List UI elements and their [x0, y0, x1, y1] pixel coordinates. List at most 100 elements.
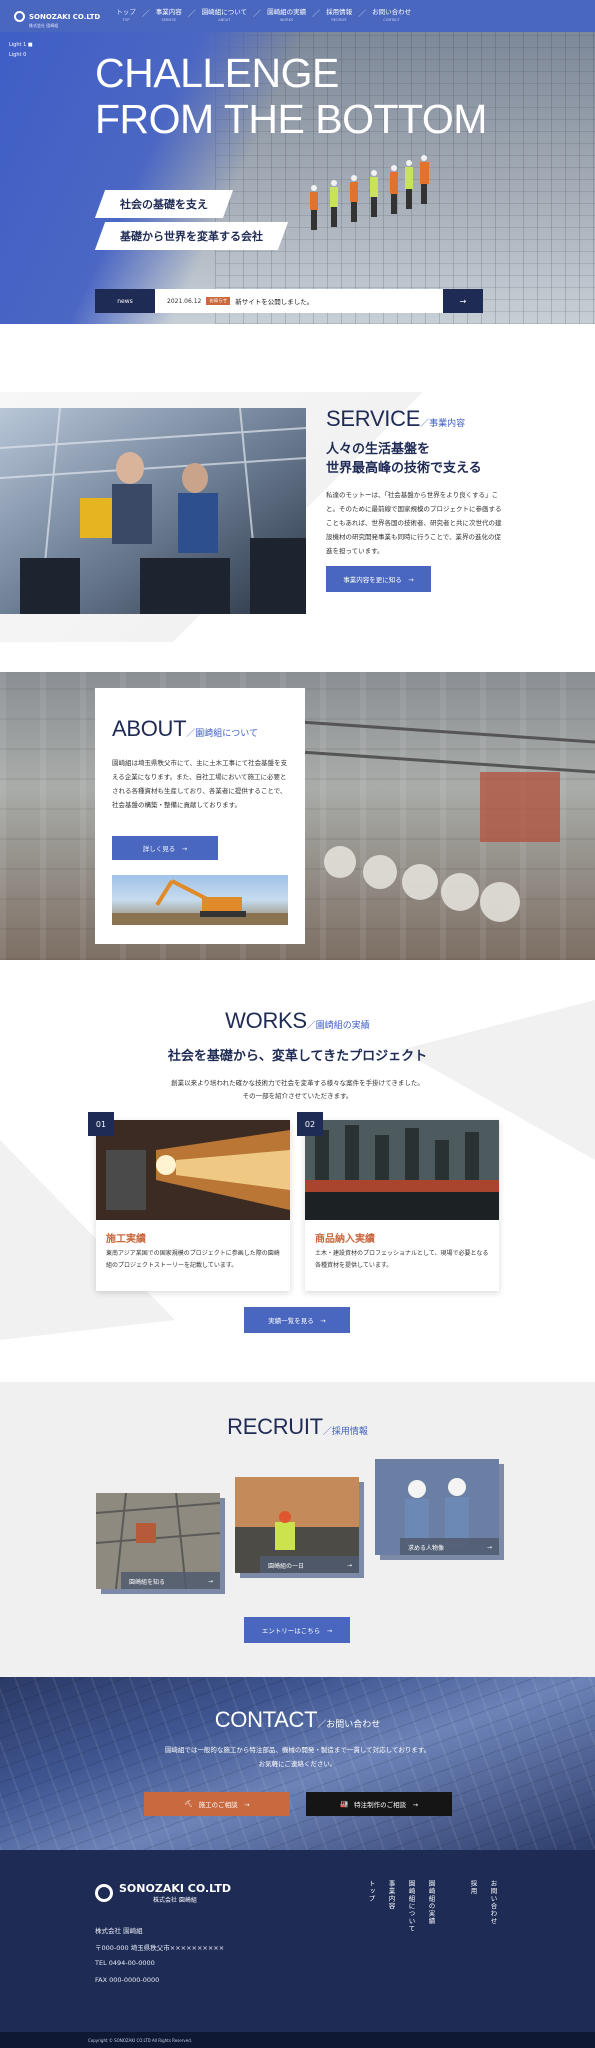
works-heading-text: WORKS: [225, 1008, 307, 1033]
news-label: news: [95, 289, 155, 313]
logo-mark-icon: [14, 10, 25, 22]
button-label: 特注制作のご相談 →: [354, 1801, 419, 1809]
arrow-icon: →: [207, 1577, 213, 1585]
footer-address: 〒000-000 埼玉県秩父市××××××××××: [95, 1944, 225, 1952]
nav-separator: ／: [358, 9, 367, 18]
service-heading-text: SERVICE: [326, 406, 421, 431]
construction-consult-button[interactable]: ⛏ 施工のご相談 →: [144, 1792, 290, 1816]
custom-consult-button[interactable]: 🏭 特注制作のご相談 →: [306, 1792, 452, 1816]
recruit-heading: RECRUIT／採用情報: [0, 1414, 595, 1440]
about-body: 園崎組は埼玉県秩父市にて、主に土木工事にて社会基盤を支える企業になります。また、…: [112, 759, 288, 809]
site-header: SONOZAKI CO.LTD 株式会社 園崎組 トップ TOP ／ 事業内容 SE…: [0, 0, 595, 32]
nav-item-recruit[interactable]: 採用情報 RECRUIT: [320, 8, 358, 24]
factory-icon: 🏭: [339, 1800, 349, 1808]
global-nav: トップ TOP ／ 事業内容 SERVICE ／ 園崎組について ABOUT ／ 園崎…: [110, 8, 417, 24]
footer-link-about[interactable]: 園崎組について: [406, 1880, 416, 1933]
works-subtitle: 社会を基礎から、変革してきたプロジェクト: [167, 1049, 428, 1064]
works-intro-line1: 創業以来より培われた確かな技術力で社会を変革する様々な案件を手掛けてきました。: [171, 1079, 424, 1087]
recruit-tile-person[interactable]: 求める人物像 →: [375, 1459, 499, 1555]
tile-label-text: 園崎組を知る: [129, 1578, 166, 1586]
nav-sub: SERVICE: [161, 18, 177, 22]
slider-indicator-1[interactable]: Light 1 ■: [9, 42, 33, 48]
card-number: 02: [297, 1112, 323, 1136]
nav-item-service[interactable]: 事業内容 SERVICE: [150, 8, 188, 24]
lab-illustration: [0, 408, 306, 614]
nav-item-about[interactable]: 園崎組について ABOUT: [196, 8, 253, 24]
news-badge: お知らせ: [206, 297, 231, 305]
construction-icon: ⛏: [184, 1800, 193, 1808]
nav-sub: ABOUT: [218, 18, 231, 22]
entry-button[interactable]: エントリーはこちら →: [244, 1617, 350, 1643]
nav-sub: RECRUIT: [331, 18, 347, 22]
recruit-heading-text: RECRUIT: [227, 1414, 323, 1439]
hero-title: CHALLENGE FROM THE BOTTOM: [95, 50, 487, 142]
recruit-tile-day[interactable]: 園崎組の一日 →: [235, 1477, 359, 1573]
nav-sub: WORKS: [279, 18, 294, 22]
tile-label: 園崎組の一日 →: [260, 1556, 359, 1573]
tile-label-text: 園崎組の一日: [268, 1562, 305, 1570]
contact-intro: 園崎組では一般的な施工から特注部品、機械の開発・製造まで一貫して対応しております…: [0, 1743, 595, 1771]
footer-fax: FAX 000-0000-0000: [95, 1976, 160, 1984]
nav-sub: CONTACT: [383, 18, 400, 22]
footer-tel: TEL 0494-00-0000: [95, 1959, 155, 1967]
recruit-heading-sub: ／採用情報: [322, 1427, 368, 1437]
works-card-delivery[interactable]: 02 商品納入実績 土木・建設資材のプロフェッショナルとして、現場で必要となる各…: [297, 1112, 499, 1291]
slider-indicator-2[interactable]: Light 0: [9, 52, 26, 58]
excavator-illustration: [112, 879, 288, 925]
nav-separator: ／: [253, 9, 262, 18]
plant-illustration: [305, 1120, 499, 1220]
factory-illustration: [300, 720, 595, 922]
nav-label: 事業内容: [155, 8, 182, 16]
service-more-button[interactable]: 事業内容を更に知る →: [326, 566, 431, 592]
service-photo: [0, 408, 306, 614]
nav-separator: ／: [187, 9, 196, 18]
hero-ribbon-1: 社会の基礎を支え: [94, 190, 234, 218]
nav-separator: ／: [141, 9, 150, 18]
logo-mark-icon: [95, 1884, 113, 1902]
contact-heading-sub: ／お問い合わせ: [317, 1720, 381, 1730]
footer-link-recruit[interactable]: 採用: [468, 1880, 478, 1895]
hero-ribbon-2: 基礎から世界を変革する会社: [94, 222, 289, 250]
footer-link-top[interactable]: トップ: [366, 1880, 376, 1903]
about-more-button[interactable]: 詳しく見る →: [112, 836, 218, 860]
footer-logo-text: SONOZAKI CO.LTD: [119, 1882, 231, 1895]
about-heading-sub: ／園崎組について: [186, 729, 259, 739]
nav-separator: ／: [312, 9, 321, 18]
card-number: 01: [88, 1112, 114, 1136]
footer-link-service[interactable]: 事業内容: [386, 1880, 396, 1910]
news-text[interactable]: 新サイトを公開しました。: [235, 296, 313, 306]
card-description: 土木・建設資材のプロフェッショナルとして、現場で必要となる各種資材を提供していま…: [315, 1250, 489, 1269]
tile-label: 園崎組を知る →: [121, 1572, 220, 1589]
nav-label: 園崎組について: [201, 8, 248, 16]
nav-item-contact[interactable]: お問い合わせ CONTACT: [366, 8, 417, 24]
footer-link-contact[interactable]: お問い合わせ: [488, 1880, 498, 1925]
works-intro-line2: その一部を紹介させていただきます。: [242, 1092, 353, 1100]
contact-intro-line1: 園崎組では一般的な施工から特注部品、機械の開発・製造まで一貫して対応しております…: [164, 1746, 431, 1754]
footer-logo[interactable]: SONOZAKI CO.LTD 株式会社 園崎組: [95, 1882, 231, 1904]
about-card: ABOUT／園崎組について 園崎組は埼玉県秩父市にて、主に土木工事にて社会基盤を…: [95, 688, 305, 944]
logo-text: SONOZAKI CO.LTD: [29, 13, 101, 21]
card-title: 商品納入実績: [315, 1234, 375, 1245]
contact-heading-text: CONTACT: [214, 1707, 318, 1732]
nav-sub: TOP: [122, 18, 130, 22]
works-list-button[interactable]: 実績一覧を見る →: [244, 1307, 350, 1333]
logo[interactable]: SONOZAKI CO.LTD 株式会社 園崎組: [14, 4, 100, 28]
works-card-construction[interactable]: 01 施工実績 東南アジア某国での国家規模のプロジェクトに参画した際の園崎組のプ…: [88, 1112, 290, 1291]
about-excavator-photo: [112, 875, 288, 925]
footer-company: 株式会社 園崎組: [95, 1927, 143, 1935]
service-subtitle-line2: 世界最高峰の技術で支える: [326, 461, 482, 476]
nav-item-works[interactable]: 園崎組の実績 WORKS: [261, 8, 312, 24]
logo-sub: 株式会社 園崎組: [29, 23, 59, 28]
footer-link-works[interactable]: 園崎組の実績: [426, 1880, 436, 1925]
recruit-tile-about[interactable]: 園崎組を知る →: [96, 1493, 220, 1589]
card-title: 施工実績: [106, 1234, 146, 1245]
news-arrow-icon[interactable]: →: [443, 289, 483, 313]
nav-item-top[interactable]: トップ TOP: [110, 8, 142, 24]
footer-logo-sub: 株式会社 園崎組: [153, 1897, 197, 1904]
card-photo: [96, 1120, 290, 1220]
news-bar[interactable]: news 2021.06.12 お知らせ 新サイトを公開しました。 →: [95, 289, 483, 313]
nav-label: 園崎組の実績: [267, 8, 307, 16]
card-photo: [305, 1120, 499, 1220]
copyright: Copyright © SONOZAKI CO.LTD All Rights R…: [0, 2032, 595, 2048]
about-heading-text: ABOUT: [112, 716, 187, 741]
